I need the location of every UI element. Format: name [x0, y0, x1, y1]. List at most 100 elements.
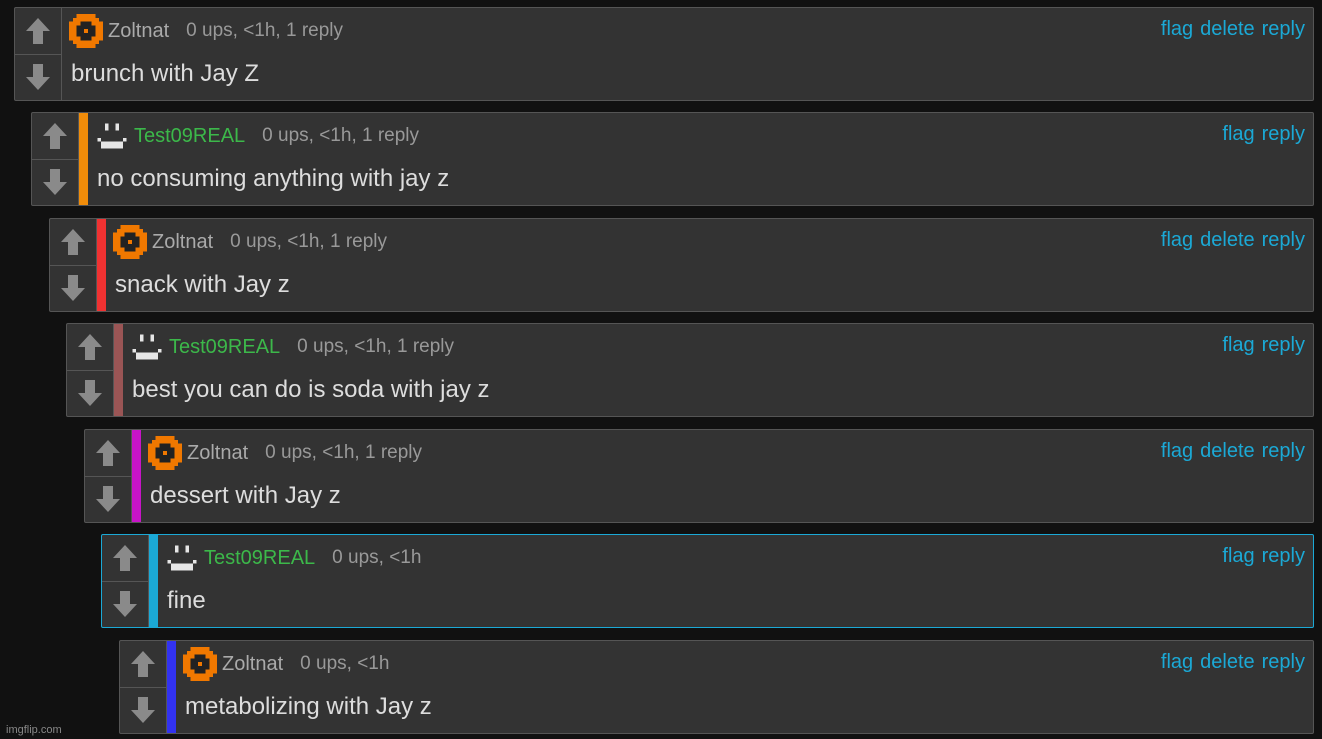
comment: Zoltnat 0 ups, <1h flag delete reply metab… [119, 640, 1314, 734]
comment-stats: 0 ups, <1h, 1 reply [297, 336, 455, 357]
comment-actions: flag delete reply [1154, 440, 1305, 463]
downvote-button[interactable] [85, 475, 131, 523]
orange-pixel-icon[interactable] [182, 647, 218, 681]
vote-controls [102, 535, 149, 627]
upvote-button[interactable] [32, 113, 78, 159]
comment-author[interactable]: Zoltnat [187, 442, 248, 465]
comment-actions: flag delete reply [1154, 18, 1305, 41]
comment-actions: flag reply [1215, 334, 1305, 357]
delete-link[interactable]: delete [1200, 440, 1255, 462]
flag-link[interactable]: flag [1161, 440, 1193, 462]
vote-controls [85, 430, 132, 522]
comment-actions: flag reply [1215, 123, 1305, 146]
comment-body: Zoltnat 0 ups, <1h, 1 reply flag delete re… [106, 219, 1313, 311]
downvote-button[interactable] [32, 158, 78, 206]
reply-link[interactable]: reply [1262, 440, 1305, 462]
depth-bar [97, 219, 106, 311]
comment-actions: flag reply [1215, 545, 1305, 568]
comment-meta: Zoltnat 0 ups, <1h, 1 reply [112, 225, 1313, 259]
reply-link[interactable]: reply [1262, 229, 1305, 251]
comment-body: Test09REAL 0 ups, <1h, 1 reply flag reply… [123, 324, 1313, 416]
upvote-button[interactable] [67, 324, 113, 370]
orange-pixel-icon[interactable] [112, 225, 148, 259]
reply-link[interactable]: reply [1262, 545, 1305, 567]
comment-stats: 0 ups, <1h, 1 reply [186, 20, 344, 41]
delete-link[interactable]: delete [1200, 229, 1255, 251]
comment: Zoltnat 0 ups, <1h, 1 reply flag delete re… [84, 429, 1314, 523]
comment-body: Test09REAL 0 ups, <1h, 1 reply flag reply… [88, 113, 1313, 205]
comment-body: Test09REAL 0 ups, <1h flag reply fine [158, 535, 1313, 627]
comment-body: Zoltnat 0 ups, <1h, 1 reply flag delete re… [141, 430, 1313, 522]
flag-link[interactable]: flag [1161, 651, 1193, 673]
flag-link[interactable]: flag [1161, 18, 1193, 40]
comment-author[interactable]: Test09REAL [134, 125, 245, 148]
orange-pixel-icon[interactable] [147, 436, 183, 470]
delete-link[interactable]: delete [1200, 18, 1255, 40]
upvote-button[interactable] [50, 219, 96, 265]
depth-bar [132, 430, 141, 522]
depth-bar [149, 535, 158, 627]
flag-link[interactable]: flag [1222, 545, 1254, 567]
comment-author[interactable]: Zoltnat [222, 653, 283, 676]
comment-thread: Zoltnat 0 ups, <1h, 1 reply flag delete re… [0, 0, 1322, 739]
comment-actions: flag delete reply [1154, 651, 1305, 674]
downvote-button[interactable] [102, 580, 148, 628]
reply-link[interactable]: reply [1262, 18, 1305, 40]
vote-controls [32, 113, 79, 205]
comment-stats: 0 ups, <1h, 1 reply [262, 125, 420, 146]
comment-meta: Zoltnat 0 ups, <1h, 1 reply [68, 14, 1313, 48]
depth-bar [167, 641, 176, 733]
downvote-button[interactable] [120, 686, 166, 734]
depth-bar [114, 324, 123, 416]
comment-text: dessert with Jay z [150, 482, 341, 509]
reply-link[interactable]: reply [1262, 651, 1305, 673]
comment-text: brunch with Jay Z [71, 60, 260, 87]
comment-stats: 0 ups, <1h [332, 547, 422, 568]
orange-pixel-icon[interactable] [68, 14, 104, 48]
comment-highlighted: Test09REAL 0 ups, <1h flag reply fine [101, 534, 1314, 628]
vote-controls [120, 641, 167, 733]
comment-author[interactable]: Zoltnat [152, 231, 213, 254]
reply-link[interactable]: reply [1262, 334, 1305, 356]
comment-author[interactable]: Zoltnat [108, 20, 169, 43]
downvote-button[interactable] [50, 264, 96, 312]
comment-text: fine [167, 587, 206, 614]
upvote-button[interactable] [85, 430, 131, 476]
comment-actions: flag delete reply [1154, 229, 1305, 252]
comment: Test09REAL 0 ups, <1h, 1 reply flag reply… [66, 323, 1314, 417]
comment: Zoltnat 0 ups, <1h, 1 reply flag delete re… [14, 7, 1314, 101]
flag-link[interactable]: flag [1222, 334, 1254, 356]
delete-link[interactable]: delete [1200, 651, 1255, 673]
flag-link[interactable]: flag [1222, 123, 1254, 145]
comment-meta: Test09REAL 0 ups, <1h [164, 541, 1313, 575]
vote-controls [67, 324, 114, 416]
comment: Test09REAL 0 ups, <1h, 1 reply flag reply… [31, 112, 1314, 206]
watermark: imgflip.com [6, 724, 62, 736]
downvote-button[interactable] [15, 53, 61, 101]
vote-controls [15, 8, 62, 100]
reply-link[interactable]: reply [1262, 123, 1305, 145]
comment: Zoltnat 0 ups, <1h, 1 reply flag delete re… [49, 218, 1314, 312]
comment-text: snack with Jay z [115, 271, 290, 298]
downvote-button[interactable] [67, 369, 113, 417]
comment-text: best you can do is soda with jay z [132, 376, 490, 403]
comment-text: metabolizing with Jay z [185, 693, 432, 720]
comment-author[interactable]: Test09REAL [169, 336, 280, 359]
comment-meta: Zoltnat 0 ups, <1h [182, 647, 1313, 681]
comment-body: Zoltnat 0 ups, <1h flag delete reply metab… [176, 641, 1313, 733]
upvote-button[interactable] [102, 535, 148, 581]
comment-body: Zoltnat 0 ups, <1h, 1 reply flag delete re… [62, 8, 1313, 100]
depth-bar [79, 113, 88, 205]
flag-link[interactable]: flag [1161, 229, 1193, 251]
comment-meta: Test09REAL 0 ups, <1h, 1 reply [129, 330, 1313, 364]
upvote-button[interactable] [120, 641, 166, 687]
comment-stats: 0 ups, <1h, 1 reply [265, 442, 423, 463]
comment-author[interactable]: Test09REAL [204, 547, 315, 570]
comment-meta: Zoltnat 0 ups, <1h, 1 reply [147, 436, 1313, 470]
comment-stats: 0 ups, <1h [300, 653, 390, 674]
vote-controls [50, 219, 97, 311]
upvote-button[interactable] [15, 8, 61, 54]
smiley-pixel-icon[interactable] [164, 541, 200, 575]
smiley-pixel-icon[interactable] [94, 119, 130, 153]
smiley-pixel-icon[interactable] [129, 330, 165, 364]
